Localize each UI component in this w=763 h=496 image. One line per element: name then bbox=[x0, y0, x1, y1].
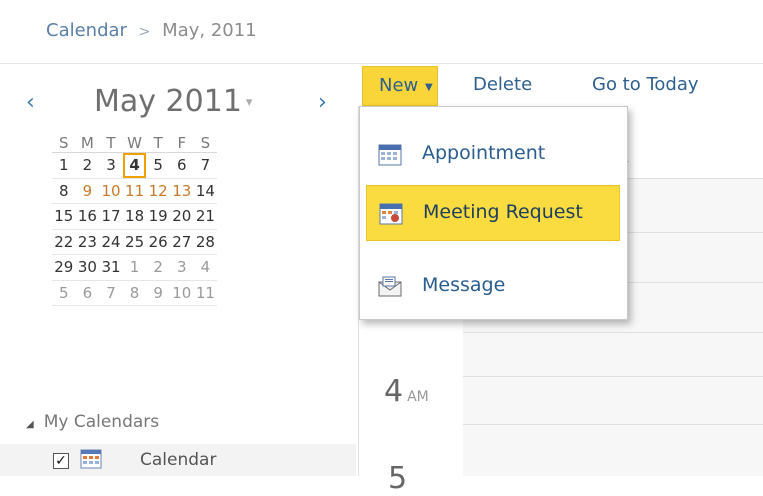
chevron-down-icon[interactable]: ▼ bbox=[425, 82, 433, 93]
calendar-day[interactable]: 8 bbox=[52, 178, 76, 204]
hour-ampm: AM bbox=[407, 389, 429, 405]
meeting-request-icon bbox=[379, 203, 403, 225]
hour-label-5: 5 bbox=[388, 461, 408, 496]
my-calendars-header[interactable]: ◢ My Calendars bbox=[26, 412, 159, 432]
calendar-day-next-month[interactable]: 3 bbox=[169, 254, 194, 281]
new-button[interactable]: New ▼ bbox=[362, 66, 438, 106]
calendar-day-next-month[interactable]: 10 bbox=[169, 280, 194, 306]
month-title[interactable]: May 2011 ▾ bbox=[94, 84, 252, 119]
expand-triangle-icon[interactable]: ◢ bbox=[26, 419, 34, 430]
weekday-header: M bbox=[75, 134, 100, 153]
calendar-day[interactable]: 26 bbox=[146, 229, 170, 255]
calendar-day[interactable]: 21 bbox=[193, 203, 218, 230]
calendar-day[interactable]: 3 bbox=[99, 152, 123, 179]
appointment-calendar-icon bbox=[378, 144, 402, 166]
calendar-day[interactable]: 2 bbox=[75, 152, 100, 179]
breadcrumb-calendar-link[interactable]: Calendar bbox=[46, 20, 127, 41]
calendar-day[interactable]: 1 bbox=[52, 152, 76, 179]
calendar-day-next-month[interactable]: 9 bbox=[146, 280, 170, 306]
message-envelope-icon bbox=[378, 276, 402, 297]
menu-item-label: Meeting Request bbox=[423, 201, 583, 223]
calendar-day[interactable]: 24 bbox=[99, 229, 123, 255]
delete-button[interactable]: Delete bbox=[473, 74, 532, 95]
calendar-item-label: Calendar bbox=[140, 450, 217, 470]
menu-item-appointment[interactable]: Appointment bbox=[366, 127, 620, 183]
calendar-day[interactable]: 18 bbox=[122, 203, 147, 230]
calendar-list-item[interactable]: ✓ Calendar bbox=[0, 444, 356, 476]
weekday-header: S bbox=[52, 134, 76, 153]
calendar-day[interactable]: 6 bbox=[169, 152, 194, 179]
calendar-day-workweek[interactable]: 9 bbox=[75, 178, 100, 204]
breadcrumb-current: May, 2011 bbox=[162, 20, 257, 41]
calendar-day[interactable]: 29 bbox=[52, 254, 76, 281]
calendar-day-next-month[interactable]: 7 bbox=[99, 280, 123, 306]
chevron-right-icon[interactable]: › bbox=[318, 90, 327, 115]
breadcrumb-separator-icon: > bbox=[138, 24, 151, 40]
menu-item-meeting-request[interactable]: Meeting Request bbox=[366, 185, 620, 241]
calendar-week-row: 5 6 7 8 9 10 11 bbox=[52, 280, 218, 306]
calendar-day[interactable]: 20 bbox=[169, 203, 194, 230]
weekday-header: S bbox=[193, 134, 218, 153]
weekday-header: T bbox=[99, 134, 123, 153]
weekday-header: F bbox=[169, 134, 194, 153]
breadcrumb: Calendar > May, 2011 bbox=[46, 20, 257, 41]
chevron-down-icon[interactable]: ▾ bbox=[246, 95, 253, 110]
calendar-day[interactable]: 27 bbox=[169, 229, 194, 255]
chevron-left-icon[interactable]: ‹ bbox=[26, 90, 35, 115]
calendar-day[interactable]: 25 bbox=[122, 229, 147, 255]
menu-item-label: Appointment bbox=[422, 142, 546, 164]
calendar-day-workweek[interactable]: 11 bbox=[122, 178, 147, 204]
calendar-day-next-month[interactable]: 8 bbox=[122, 280, 147, 306]
calendar-day-next-month[interactable]: 5 bbox=[52, 280, 76, 306]
calendar-week-row: 15 16 17 18 19 20 21 bbox=[52, 203, 218, 230]
calendar-day[interactable]: 19 bbox=[146, 203, 170, 230]
new-button-label: New bbox=[379, 75, 419, 96]
calendar-day[interactable]: 14 bbox=[193, 178, 218, 204]
mini-calendar-grid: S M T W T F S 1 2 3 4 5 6 7 8 9 10 11 12… bbox=[52, 134, 218, 306]
calendar-week-row: 29 30 31 1 2 3 4 bbox=[52, 254, 218, 281]
calendar-day-next-month[interactable]: 11 bbox=[193, 280, 218, 306]
calendar-day[interactable]: 28 bbox=[193, 229, 218, 255]
calendar-week-row: 1 2 3 4 5 6 7 bbox=[52, 152, 218, 179]
weekday-header: W bbox=[122, 134, 147, 153]
hour-label-4am: 4 AM bbox=[384, 374, 429, 409]
my-calendars-label: My Calendars bbox=[43, 412, 160, 432]
calendar-icon bbox=[80, 449, 102, 469]
calendar-day[interactable]: 31 bbox=[99, 254, 123, 281]
calendar-week-row: 22 23 24 25 26 27 28 bbox=[52, 229, 218, 255]
calendar-day-next-month[interactable]: 6 bbox=[75, 280, 100, 306]
calendar-day-workweek[interactable]: 13 bbox=[169, 178, 194, 204]
go-to-today-button[interactable]: Go to Today bbox=[592, 74, 699, 95]
calendar-day[interactable]: 17 bbox=[99, 203, 123, 230]
time-slot-line bbox=[463, 376, 763, 377]
calendar-week-row: 8 9 10 11 12 13 14 bbox=[52, 178, 218, 204]
calendar-day-workweek[interactable]: 12 bbox=[146, 178, 170, 204]
calendar-day-workweek[interactable]: 10 bbox=[99, 178, 123, 204]
calendar-toolbar: New ▼ Delete Go to Today bbox=[358, 66, 763, 106]
calendar-day-next-month[interactable]: 4 bbox=[193, 254, 218, 281]
menu-item-label: Message bbox=[422, 274, 506, 296]
time-slot-line bbox=[463, 332, 763, 333]
left-navigation-pane: ‹ May 2011 ▾ › S M T W T F S 1 2 3 4 5 6 bbox=[0, 64, 356, 476]
calendar-day[interactable]: 5 bbox=[146, 152, 170, 179]
calendar-day[interactable]: 15 bbox=[52, 203, 76, 230]
calendar-day-next-month[interactable]: 2 bbox=[146, 254, 170, 281]
calendar-day[interactable]: 30 bbox=[75, 254, 100, 281]
calendar-day[interactable]: 7 bbox=[193, 152, 218, 179]
new-dropdown-menu: Appointment Meeting Request Message bbox=[359, 106, 628, 320]
calendar-day[interactable]: 16 bbox=[75, 203, 100, 230]
month-title-label: May 2011 bbox=[94, 84, 242, 119]
calendar-day-today[interactable]: 4 bbox=[122, 152, 147, 179]
calendar-day[interactable]: 22 bbox=[52, 229, 76, 255]
menu-item-message[interactable]: Message bbox=[366, 259, 620, 315]
weekday-header: T bbox=[146, 134, 170, 153]
calendar-day-next-month[interactable]: 1 bbox=[122, 254, 147, 281]
calendar-checkbox[interactable]: ✓ bbox=[53, 453, 69, 469]
hour-number: 4 bbox=[384, 374, 404, 409]
time-slot-line bbox=[463, 424, 763, 425]
calendar-day[interactable]: 23 bbox=[75, 229, 100, 255]
